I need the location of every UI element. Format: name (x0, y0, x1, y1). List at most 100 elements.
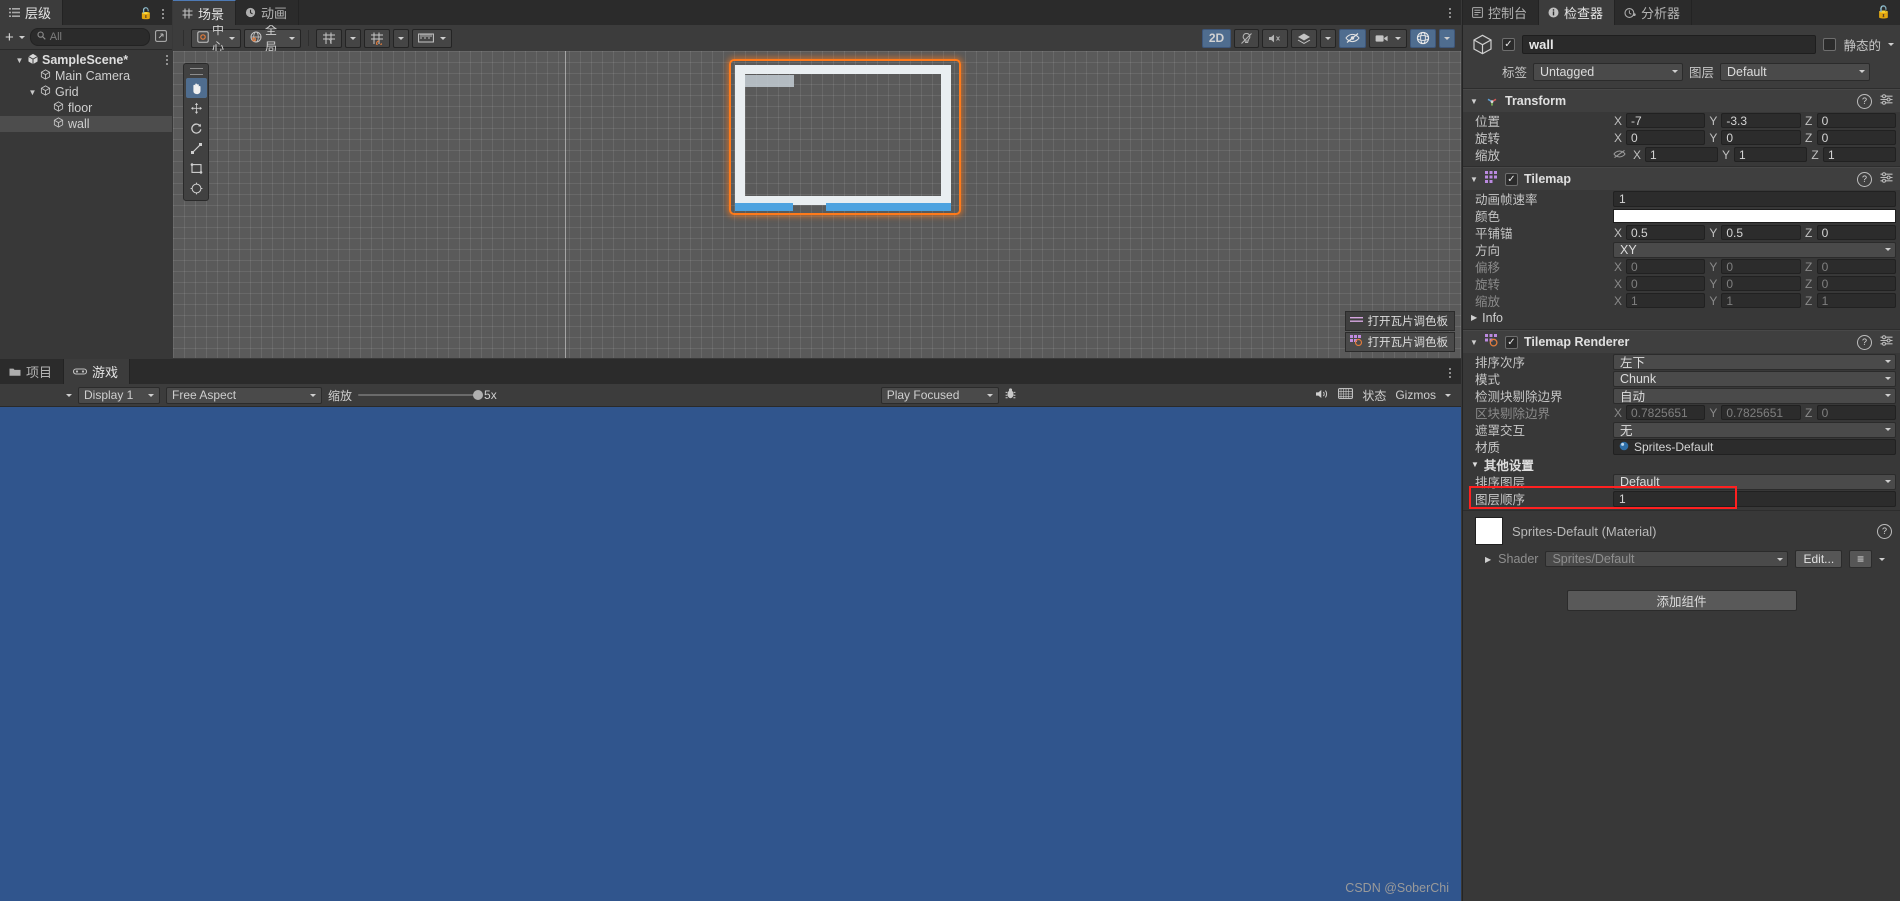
grid-visibility-caret[interactable] (393, 28, 409, 48)
hierarchy-item-grid[interactable]: ▼ Grid (0, 84, 172, 100)
component-header[interactable]: ▼ ✓ Tilemap Renderer? (1463, 330, 1900, 353)
gameobject-enabled-checkbox[interactable]: ✓ (1502, 37, 1515, 51)
dropdown-field[interactable]: XY (1613, 241, 1896, 258)
field-z[interactable]: 0 (1816, 113, 1896, 128)
hierarchy-item-floor[interactable]: floor (0, 100, 172, 116)
field-z[interactable]: 1 (1823, 147, 1896, 162)
scene-context-menu-icon[interactable] (166, 55, 168, 65)
lighting-toggle-button[interactable] (1234, 28, 1259, 48)
field-x[interactable]: 0 (1626, 130, 1706, 145)
material-help-icon[interactable]: ? (1877, 523, 1892, 539)
game-viewport[interactable]: CSDN @SoberChi (0, 407, 1461, 901)
zoom-slider[interactable] (358, 390, 484, 400)
display-dropdown[interactable]: Display 1 (78, 386, 160, 404)
section-header[interactable]: ▼ 其他设置 (1463, 455, 1900, 473)
hierarchy-item-wall[interactable]: wall (0, 116, 172, 132)
text-field[interactable]: 1 (1613, 490, 1896, 507)
snap-increment-button[interactable]: Y (316, 28, 342, 48)
tools-drag-handle[interactable] (189, 68, 203, 75)
static-checkbox[interactable] (1823, 37, 1837, 51)
mute-audio-icon[interactable] (1315, 388, 1329, 403)
component-help-icon[interactable]: ? (1857, 171, 1872, 187)
aspect-dropdown[interactable]: Free Aspect (166, 386, 322, 404)
tab-profiler[interactable]: 分析器 (1615, 0, 1693, 25)
stats-label[interactable]: 状态 (1362, 387, 1386, 404)
component-header[interactable]: ▼ ✓ Tilemap? (1463, 167, 1900, 190)
field-y[interactable]: 0 (1721, 259, 1801, 274)
component-help-icon[interactable]: ? (1857, 93, 1872, 109)
game-menu-icon[interactable] (1449, 368, 1451, 378)
dropdown-field[interactable]: Default (1613, 473, 1896, 490)
field-y[interactable]: 0 (1721, 130, 1801, 145)
material-foldout-icon[interactable]: ▶ (1485, 555, 1491, 564)
field-z[interactable]: 0 (1816, 259, 1896, 274)
scene-viewport[interactable]: 打开瓦片调色板 打开瓦片调色板 (173, 51, 1461, 358)
shader-dropdown[interactable]: Sprites/Default (1545, 551, 1789, 567)
inspector-lock-icon[interactable]: 🔓 (1876, 5, 1891, 19)
space-mode-button[interactable]: 全局 (244, 23, 301, 54)
rect-tool-button[interactable] (186, 158, 207, 178)
field-x[interactable]: 0 (1626, 276, 1706, 291)
component-help-icon[interactable]: ? (1857, 334, 1872, 350)
field-z[interactable]: 0 (1816, 130, 1896, 145)
effects-toggle-button[interactable] (1291, 28, 1317, 48)
field-x[interactable]: 1 (1626, 293, 1706, 308)
field-z[interactable]: 0 (1816, 405, 1896, 420)
game-view-options-caret[interactable] (66, 393, 72, 397)
rotate-tool-button[interactable] (186, 118, 207, 138)
gameobject-name-field[interactable]: wall (1522, 34, 1817, 54)
add-component-button[interactable]: 添加组件 (1566, 590, 1797, 611)
component-foldout-icon[interactable]: ▼ (1470, 97, 1479, 106)
tab-animation[interactable]: 动画 (236, 0, 300, 25)
field-y[interactable]: 0.7825651 (1721, 405, 1801, 420)
dropdown-field[interactable]: 无 (1613, 421, 1896, 438)
lock-icon[interactable]: 🔓 (139, 7, 153, 20)
info-foldout[interactable]: ▶ Info (1463, 309, 1900, 326)
tile-palette-hint-row-2[interactable]: 打开瓦片调色板 (1344, 332, 1455, 352)
add-object-caret-icon[interactable] (18, 35, 25, 39)
field-y[interactable]: 1 (1734, 147, 1807, 162)
field-x[interactable]: 0.7825651 (1626, 405, 1706, 420)
shader-preset-caret[interactable] (1879, 557, 1886, 561)
color-swatch-field[interactable] (1613, 208, 1896, 223)
transform-tool-button[interactable] (186, 178, 207, 198)
info-foldout-icon[interactable]: ▶ (1471, 313, 1477, 322)
field-z[interactable]: 1 (1816, 293, 1896, 308)
tile-palette-hint-row-1[interactable]: 打开瓦片调色板 (1344, 311, 1455, 331)
snap-increment-caret[interactable] (345, 28, 361, 48)
dropdown-field[interactable]: Chunk (1613, 370, 1896, 387)
component-settings-icon[interactable] (1880, 94, 1893, 108)
tab-scene[interactable]: 场景 (173, 0, 237, 25)
bug-icon[interactable] (1004, 387, 1017, 403)
move-tool-button[interactable] (186, 98, 207, 118)
component-enabled-checkbox[interactable]: ✓ (1505, 172, 1518, 186)
gizmos-caret[interactable] (1439, 28, 1455, 48)
gizmos-button[interactable] (1410, 28, 1436, 48)
tab-game[interactable]: 游戏 (64, 359, 131, 384)
component-foldout-icon[interactable]: ▼ (1470, 175, 1479, 184)
field-y[interactable]: -3.3 (1721, 113, 1801, 128)
scale-tool-button[interactable] (186, 138, 207, 158)
gizmos-caret-icon[interactable] (1445, 393, 1451, 397)
tag-dropdown[interactable]: Untagged (1533, 62, 1684, 81)
hierarchy-item-maincamera[interactable]: Main Camera (0, 68, 172, 84)
tab-console[interactable]: 控制台 (1463, 0, 1540, 25)
effects-caret[interactable] (1320, 28, 1336, 48)
shader-preset-button[interactable]: ≡ (1849, 550, 1873, 568)
gizmos-label[interactable]: Gizmos (1395, 388, 1436, 402)
field-y[interactable]: 1 (1721, 293, 1801, 308)
hierarchy-filter-icon[interactable] (155, 29, 167, 45)
expand-triangle-icon[interactable]: ▼ (15, 56, 24, 65)
scene-menu-icon[interactable] (1449, 8, 1451, 18)
field-z[interactable]: 0 (1816, 276, 1896, 291)
mode-2d-button[interactable]: 2D (1202, 28, 1231, 48)
field-x[interactable]: 1 (1645, 147, 1718, 162)
hierarchy-menu-icon[interactable] (162, 8, 164, 19)
tab-inspector[interactable]: 检查器 (1539, 0, 1616, 25)
dropdown-field[interactable]: 左下 (1613, 353, 1896, 370)
expand-triangle-icon[interactable]: ▼ (28, 88, 37, 97)
field-y[interactable]: 0.5 (1721, 225, 1801, 240)
field-x[interactable]: -7 (1626, 113, 1706, 128)
scene-visibility-button[interactable] (1339, 28, 1366, 48)
component-foldout-icon[interactable]: ▼ (1470, 338, 1479, 347)
